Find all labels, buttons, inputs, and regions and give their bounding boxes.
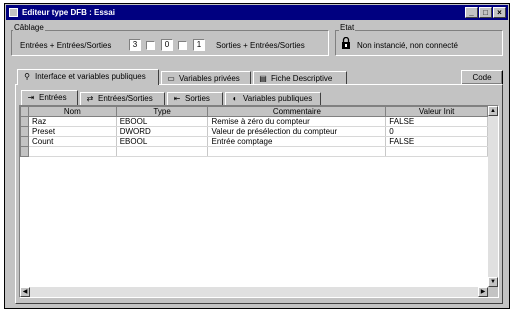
cell-commentaire[interactable]: Valeur de présélection du compteur xyxy=(207,126,387,137)
col-header-commentaire[interactable]: Commentaire xyxy=(207,106,387,117)
input-checkbox-1[interactable] xyxy=(146,41,155,50)
cell-commentaire[interactable]: Remise à zéro du compteur xyxy=(207,116,387,127)
cell-nom[interactable]: Raz xyxy=(28,116,117,127)
public-icon: ◐ xyxy=(232,94,238,103)
table-row-empty[interactable] xyxy=(20,146,488,157)
inputs-label: Entrées + Entrées/Sorties xyxy=(20,41,112,50)
vertical-scrollbar[interactable]: ▲ ▼ xyxy=(488,106,498,287)
tab-private-vars-label: Variables privées xyxy=(179,74,240,83)
table-row[interactable]: Preset DWORD Valeur de présélection du c… xyxy=(20,126,488,137)
cell-empty[interactable] xyxy=(385,146,488,157)
col-header-type[interactable]: Type xyxy=(115,106,209,117)
col-header-nom[interactable]: Nom xyxy=(27,106,117,117)
subtab-inout[interactable]: ⇄ Entrées/Sorties xyxy=(80,92,165,105)
close-button[interactable]: × xyxy=(493,7,506,18)
etat-label: Etat xyxy=(339,23,356,32)
outputs-label: Sorties + Entrées/Sorties xyxy=(216,41,305,50)
cell-nom[interactable]: Preset xyxy=(28,126,117,137)
window-title: Editeur type DFB : Essai xyxy=(22,8,115,17)
scroll-right-arrow-icon[interactable]: ▶ xyxy=(478,287,488,297)
tab-description-label: Fiche Descriptive xyxy=(271,74,333,83)
input-checkbox-2[interactable] xyxy=(178,41,187,50)
cell-empty[interactable] xyxy=(28,146,117,157)
cell-valeur-init[interactable]: 0 xyxy=(385,126,488,137)
scroll-corner xyxy=(488,287,498,297)
cell-empty[interactable] xyxy=(207,146,387,157)
subtab-public-vars-label: Variables publiques xyxy=(243,94,313,103)
cell-type[interactable]: EBOOL xyxy=(116,136,209,147)
table-header-row: Nom Type Commentaire Valeur Init xyxy=(20,106,488,117)
window-icon xyxy=(9,8,18,17)
cell-valeur-init[interactable]: FALSE xyxy=(385,116,488,127)
etat-status: Non instancié, non connecté xyxy=(357,41,458,50)
row-header[interactable] xyxy=(20,116,29,127)
cell-nom[interactable]: Count xyxy=(28,136,117,147)
scroll-down-arrow-icon[interactable]: ▼ xyxy=(488,277,498,287)
maximize-button[interactable]: □ xyxy=(479,7,492,18)
cablage-label: Câblage xyxy=(13,23,45,32)
row-header[interactable] xyxy=(20,146,29,157)
subtab-outputs[interactable]: ⇤ Sorties xyxy=(167,92,223,105)
tab-private-vars[interactable]: ▭ Variables privées xyxy=(161,71,251,85)
subtab-inout-label: Entrées/Sorties xyxy=(98,94,153,103)
row-header[interactable] xyxy=(20,126,29,137)
code-button[interactable]: Code xyxy=(461,70,503,85)
title-bar[interactable]: Editeur type DFB : Essai _ □ × xyxy=(6,5,508,20)
inputs-table: Nom Type Commentaire Valeur Init Raz EBO… xyxy=(19,105,499,298)
outputs-icon: ⇤ xyxy=(173,94,181,103)
output-count-field[interactable]: 1 xyxy=(193,39,205,51)
lock-icon xyxy=(341,36,351,50)
subtab-public-vars[interactable]: ◐ Variables publiques xyxy=(225,92,321,105)
inputs-icon: ⇥ xyxy=(27,93,35,102)
horizontal-scrollbar[interactable]: ◀ ▶ xyxy=(20,287,488,297)
input-count-field[interactable]: 3 xyxy=(129,39,141,51)
interface-icon: ⚲ xyxy=(24,72,30,81)
scroll-left-arrow-icon[interactable]: ◀ xyxy=(20,287,30,297)
tab-interface[interactable]: ⚲ Interface et variables publiques xyxy=(17,69,159,85)
row-header[interactable] xyxy=(20,136,29,147)
subtab-inputs[interactable]: ⇥ Entrées xyxy=(21,90,78,105)
table-row[interactable]: Count EBOOL Entrée comptage FALSE xyxy=(20,136,488,147)
scroll-up-arrow-icon[interactable]: ▲ xyxy=(488,106,498,116)
inputs-grid: Nom Type Commentaire Valeur Init Raz EBO… xyxy=(20,106,488,157)
cell-commentaire[interactable]: Entrée comptage xyxy=(207,136,387,147)
inout-count-field[interactable]: 0 xyxy=(161,39,173,51)
cell-empty[interactable] xyxy=(116,146,209,157)
subtab-outputs-label: Sorties xyxy=(185,94,210,103)
cell-type[interactable]: DWORD xyxy=(116,126,209,137)
table-row[interactable]: Raz EBOOL Remise à zéro du compteur FALS… xyxy=(20,116,488,127)
tab-interface-label: Interface et variables publiques xyxy=(35,72,146,81)
cell-type[interactable]: EBOOL xyxy=(116,116,209,127)
dfb-editor-window: Editeur type DFB : Essai _ □ × Câblage E… xyxy=(4,3,510,309)
col-header-valeur-init[interactable]: Valeur Init xyxy=(385,106,488,117)
tab-description[interactable]: ▤ Fiche Descriptive xyxy=(253,71,347,85)
inout-icon: ⇄ xyxy=(86,94,94,103)
row-header-corner xyxy=(20,106,29,117)
minimize-button[interactable]: _ xyxy=(465,7,478,18)
subtab-inputs-label: Entrées xyxy=(39,93,67,102)
cell-valeur-init[interactable]: FALSE xyxy=(385,136,488,147)
